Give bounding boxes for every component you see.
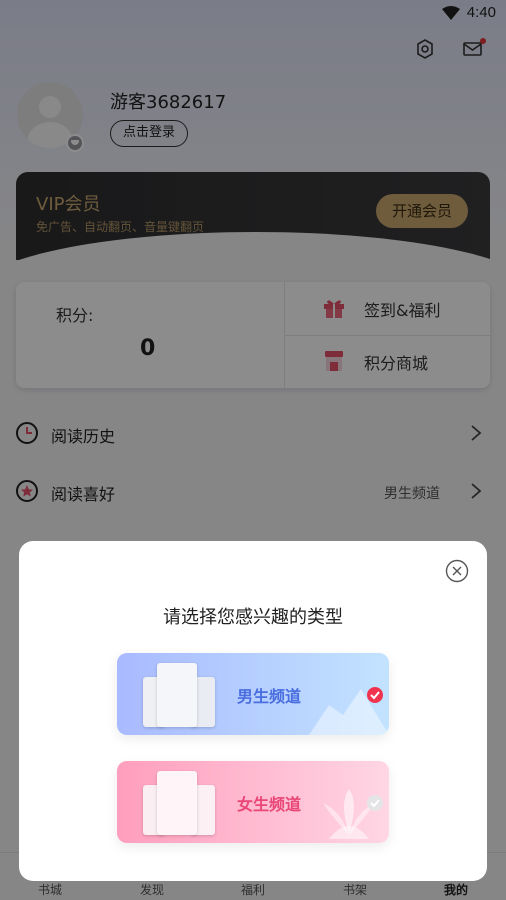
book-covers [143,663,217,727]
male-channel-option[interactable]: 男生频道 [117,653,389,735]
lotus-icon [323,789,375,839]
interest-selection-dialog: 请选择您感兴趣的类型 男生频道 女生频道 [19,541,487,881]
book-covers [143,771,217,835]
female-channel-option[interactable]: 女生频道 [117,761,389,843]
channel-label: 男生频道 [237,687,302,706]
dialog-title: 请选择您感兴趣的类型 [163,607,343,628]
check-icon [367,687,383,703]
check-icon [367,795,383,811]
mountain-icon [309,689,389,735]
close-icon[interactable] [445,559,469,583]
channel-label: 女生频道 [237,795,302,814]
